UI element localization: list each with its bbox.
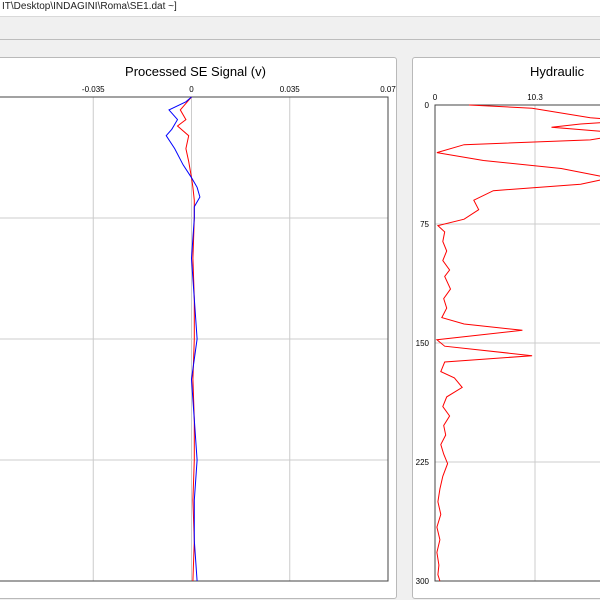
toolbar [0,17,600,40]
x-tick-label: 0 [189,85,194,94]
y-tick-label: 75 [420,220,429,229]
x-tick-label: 0 [433,93,438,102]
x-tick-label: -0.035 [82,85,105,94]
x-tick-label: 0.035 [280,85,301,94]
hydraulic-chart-panel: Hydraulic 0 10.3 0 75 150 225 300 [412,57,600,599]
window-titlebar: IT\Desktop\INDAGINI\Roma\SE1.dat ~] [0,0,600,17]
y-tick-label: 225 [416,458,430,467]
y-tick-label: 0 [425,101,430,110]
x-tick-label: 0.07 [380,85,396,94]
y-tick-label: 150 [416,339,430,348]
y-tick-label: 300 [416,577,430,586]
x-tick-label: 10.3 [527,93,543,102]
window-title: IT\Desktop\INDAGINI\Roma\SE1.dat ~] [2,1,177,12]
hydraulic-chart: 0 10.3 0 75 150 225 300 [416,93,600,586]
signal-chart: -0.035 0 0.035 0.07 [0,85,396,582]
signal-chart-panel: Processed SE Signal (v) -0.035 0 0.035 0.07 [0,57,397,599]
